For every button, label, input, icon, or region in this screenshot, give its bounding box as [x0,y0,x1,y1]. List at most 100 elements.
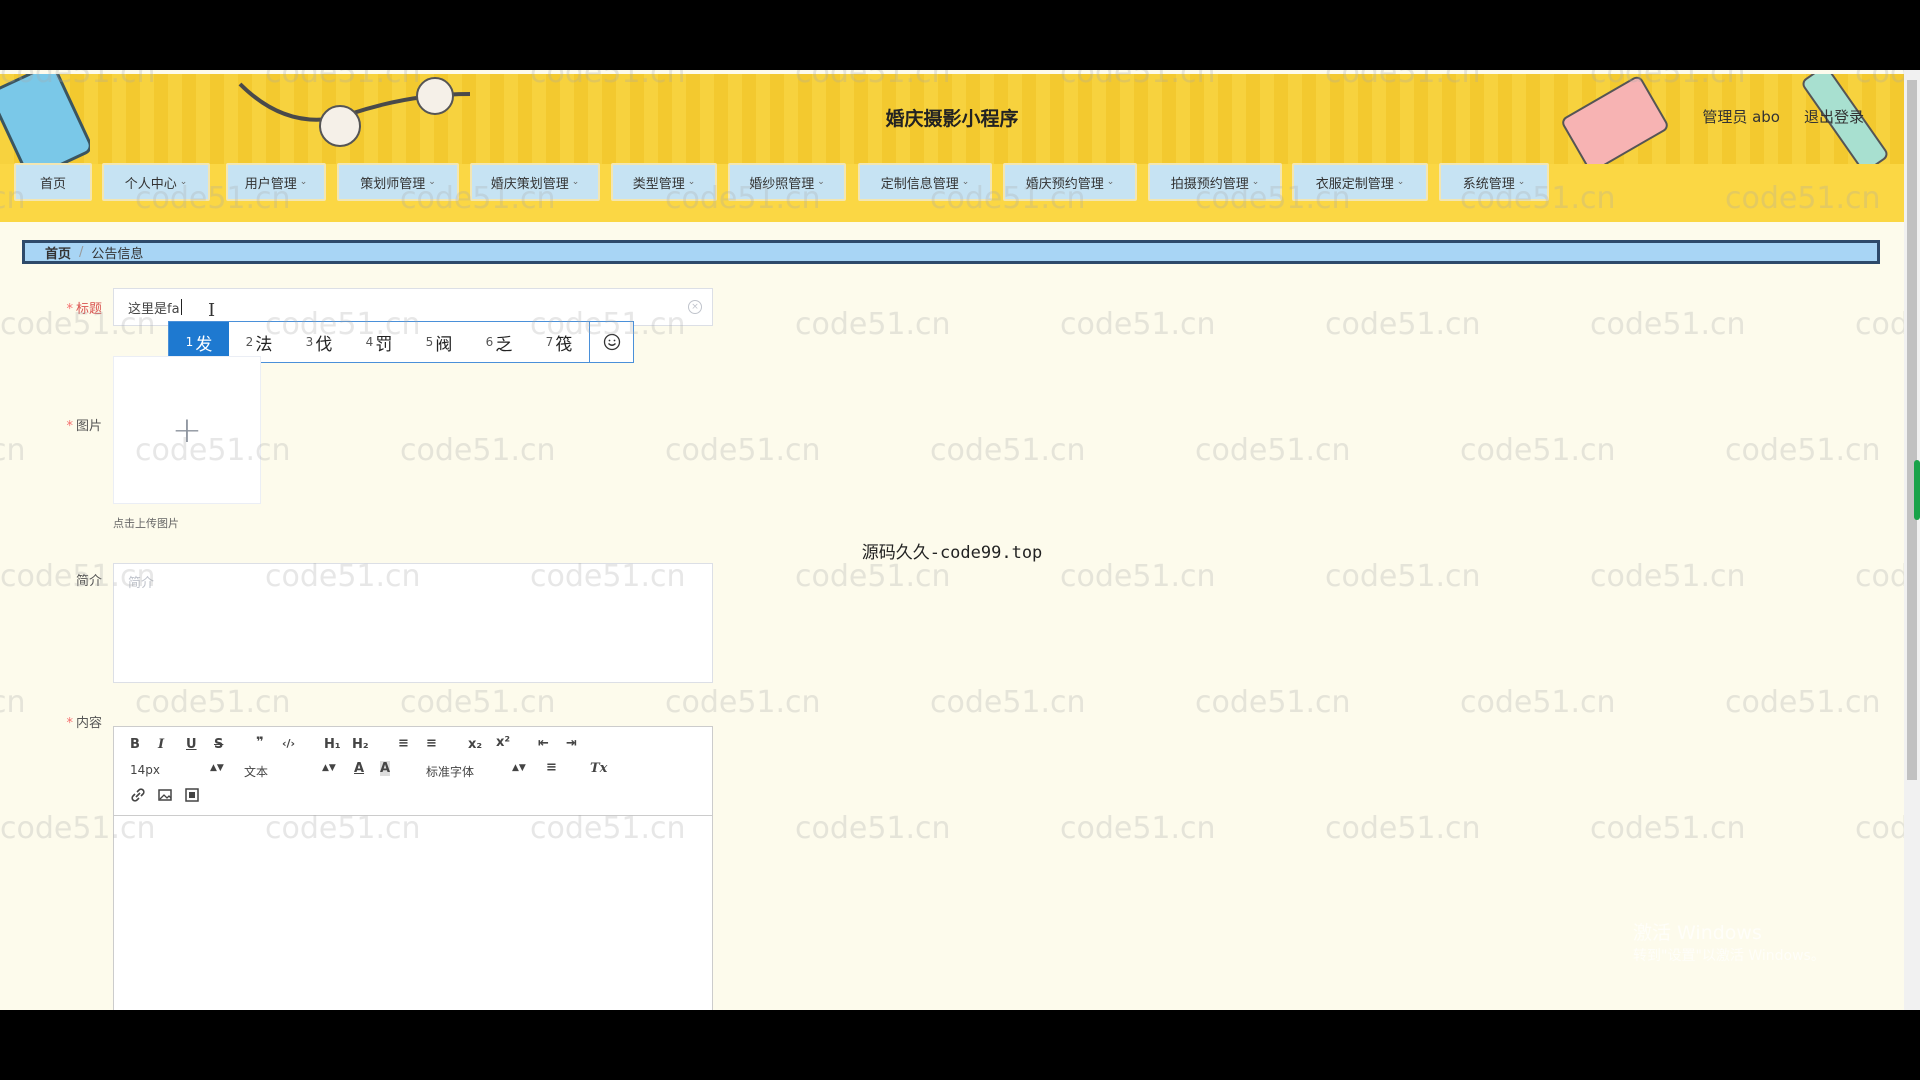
ime-candidate[interactable]: 6乏 [469,322,529,362]
align-button[interactable]: ≡ [546,760,557,775]
watermark: code51.cn [1060,811,1216,846]
image-icon[interactable] [157,787,173,803]
strike-button[interactable]: S [214,737,223,752]
nav-item[interactable]: 个人中心 ⌄ [102,163,210,201]
side-indicator [1914,460,1920,520]
chevron-down-icon: ⌄ [1106,177,1115,187]
nav-item-label: 首页 [39,176,66,192]
nav-item[interactable]: 系统管理 ⌄ [1439,163,1549,201]
nav-item[interactable]: 婚庆策划管理 ⌄ [470,163,600,201]
image-upload-button[interactable]: + [113,356,261,504]
italic-button[interactable]: I [158,737,164,752]
content-label: * 内容 [66,716,102,731]
watermark: code51.cn [1460,685,1616,720]
intro-textarea[interactable]: 简介 [113,563,713,683]
ime-candidate-char: 法 [255,334,273,355]
logout-link[interactable]: 退出登录 [1804,106,1864,127]
scrollbar-thumb[interactable] [1907,80,1917,780]
watermark: code51.cn [1195,433,1351,468]
ordered-list-button[interactable]: ≡ [398,736,409,751]
nav-item-label: 婚纱照管理 [749,176,815,192]
nav-item-label: 个人中心 [124,176,177,192]
breadcrumb: 首页 / 公告信息 [22,240,1880,264]
plus-icon: + [171,409,203,451]
blockquote-button[interactable]: ❞ [256,735,264,750]
watermark: code51.cn [1590,559,1746,594]
image-label: * 图片 [66,419,102,434]
ime-candidate[interactable]: 4罚 [349,322,409,362]
admin-name: 管理员 abo [1702,108,1780,126]
nav-item[interactable]: 定制信息管理 ⌄ [858,163,992,201]
nav-item[interactable]: 用户管理 ⌄ [226,163,326,201]
ibeam-cursor-icon: I [208,300,216,321]
required-mark: * [66,302,73,317]
chevron-down-icon: ⌄ [961,177,970,187]
h1-button[interactable]: H₁ [324,737,341,752]
chevron-down-icon: ⌄ [817,177,825,187]
nav-item[interactable]: 衣服定制管理 ⌄ [1292,163,1428,201]
watermark: code51.cn [930,433,1086,468]
windows-activation-notice: 激活 Windows 转到"设置"以激活 Windows。 [1633,922,1825,964]
subscript-button[interactable]: x₂ [468,737,482,752]
watermark: code51.cn [1325,307,1481,342]
ime-candidate[interactable]: 5阀 [409,322,469,362]
background-color-button[interactable]: A [380,761,391,776]
watermark: code51.cn [135,685,291,720]
font-family-select[interactable]: 标准字体 ▲▼ [426,763,526,780]
watermark: code51.cn [795,559,951,594]
nav-item-label: 婚庆预约管理 [1025,176,1104,192]
required-mark: * [66,419,73,434]
outdent-button[interactable]: ⇤ [538,736,549,751]
ime-candidate[interactable]: 3伐 [289,322,349,362]
chevron-down-icon: ⌄ [1517,177,1526,187]
ime-candidate-char: 筏 [555,334,573,355]
nav-item[interactable]: 拍摄预约管理 ⌄ [1148,163,1282,201]
ime-candidate-number: 4 [365,335,374,349]
ime-candidate-number: 6 [485,335,494,349]
font-size-select[interactable]: 14px ▲▼ [130,763,224,777]
breadcrumb-separator: / [79,244,84,260]
code-block-button[interactable]: ‹/› [282,737,295,750]
nav-item[interactable]: 婚纱照管理 ⌄ [728,163,846,201]
chevron-down-icon: ⌄ [179,177,188,187]
nav-item[interactable]: 策划师管理 ⌄ [337,163,459,201]
header-select[interactable]: 文本 ▲▼ [244,763,336,780]
ime-candidate[interactable]: 7筏 [529,322,589,362]
bullet-list-button[interactable]: ≡ [426,736,437,751]
nav-item-label: 策划师管理 [360,176,426,192]
superscript-button[interactable]: x² [496,735,510,750]
select-arrow-icon: ▲▼ [512,763,526,773]
link-icon[interactable] [130,787,146,803]
indent-button[interactable]: ⇥ [566,736,577,751]
watermark: code51.cn [795,811,951,846]
watermark: code51.cn [1590,811,1746,846]
breadcrumb-current: 公告信息 [91,246,144,262]
title-input-value: 这里是fa [128,301,180,317]
font-color-button[interactable]: A [354,761,364,776]
site-title: 婚庆摄影小程序 [885,108,1019,130]
ime-candidate-number: 3 [305,335,314,349]
ime-candidate-char: 乏 [495,334,513,355]
vertical-scrollbar[interactable] [1904,70,1920,1010]
intro-placeholder: 简介 [128,576,155,591]
h2-button[interactable]: H₂ [352,737,369,752]
chevron-down-icon: ⌄ [299,177,308,187]
watermark: code51.cn [400,433,556,468]
bold-button[interactable]: B [130,737,140,752]
watermark: code51.cn [795,307,951,342]
video-icon[interactable] [184,787,200,803]
title-label: * 标题 [66,302,102,317]
chevron-down-icon: ⌄ [428,177,436,187]
watermark: code51.cn [1590,307,1746,342]
underline-button[interactable]: U [186,737,197,752]
clean-format-button[interactable]: Tx [590,761,607,776]
nav-item[interactable]: 婚庆预约管理 ⌄ [1003,163,1137,201]
nav-item[interactable]: 首页 [14,163,92,201]
ime-candidate-char: 发 [195,334,213,355]
breadcrumb-home[interactable]: 首页 [45,243,71,262]
nav-item[interactable]: 类型管理 ⌄ [611,163,717,201]
clear-icon[interactable]: × [688,300,702,314]
editor-toolbar: B I U S ❞ ‹/› H₁ H₂ ≡ ≡ x₂ x² ⇤ ⇥ 14px ▲▼… [114,727,712,816]
nav-item-label: 系统管理 [1462,176,1515,192]
emoji-icon[interactable] [589,322,633,362]
